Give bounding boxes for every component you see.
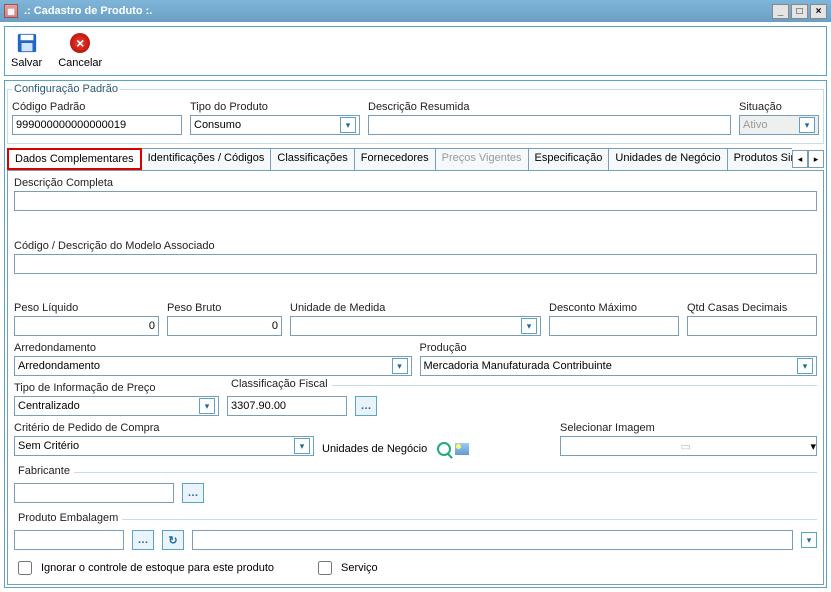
servico-checkbox[interactable]: Serviço: [314, 558, 378, 578]
unidades-negocio-label: Unidades de Negócio: [322, 443, 427, 455]
situacao-combo: Ativo ▾: [739, 115, 819, 135]
peso-liquido-label: Peso Líquido: [14, 302, 159, 314]
config-group: Configuração Padrão Código Padrão Tipo d…: [7, 83, 824, 144]
save-icon: [15, 31, 39, 55]
codigo-padrao-label: Código Padrão: [12, 101, 182, 113]
tab-fornecedores[interactable]: Fornecedores: [354, 148, 436, 170]
codigo-padrao-input[interactable]: [12, 115, 182, 135]
peso-liquido-input[interactable]: [14, 316, 159, 336]
produto-embalagem-input[interactable]: [14, 530, 124, 550]
arredondamento-combo[interactable]: Arredondamento ▾: [14, 356, 412, 376]
criterio-pedido-combo[interactable]: Sem Critério ▾: [14, 436, 314, 456]
situacao-label: Situação: [739, 101, 819, 113]
codigo-modelo-label: Código / Descrição do Modelo Associado: [14, 240, 817, 252]
chevron-down-icon: ▾: [340, 117, 356, 133]
cancel-label: Cancelar: [58, 57, 102, 69]
tab-dados-complementares[interactable]: Dados Complementares: [7, 148, 142, 170]
toolbar: Salvar × Cancelar: [4, 26, 827, 76]
desconto-maximo-label: Desconto Máximo: [549, 302, 679, 314]
producao-combo[interactable]: Mercadoria Manufaturada Contribuinte ▾: [420, 356, 818, 376]
save-button[interactable]: Salvar: [11, 31, 42, 69]
qtd-casas-label: Qtd Casas Decimais: [687, 302, 817, 314]
produto-embalagem-refresh[interactable]: ↻: [162, 530, 184, 550]
criterio-pedido-label: Critério de Pedido de Compra: [14, 422, 314, 434]
content-area: Configuração Padrão Código Padrão Tipo d…: [4, 80, 827, 588]
chevron-down-icon: ▾: [799, 117, 815, 133]
tab-unidades-negocio[interactable]: Unidades de Negócio: [608, 148, 727, 170]
tabs-nav: ◂ ▸: [792, 150, 824, 168]
classificacao-fiscal-input[interactable]: [227, 396, 347, 416]
unidade-medida-combo[interactable]: ▾: [290, 316, 541, 336]
produto-embalagem-drop[interactable]: ▾: [801, 532, 817, 548]
picture-icon[interactable]: [455, 443, 469, 455]
classificacao-fiscal-lookup[interactable]: …: [355, 396, 377, 416]
chevron-down-icon: ▾: [521, 318, 537, 334]
qtd-casas-input[interactable]: [687, 316, 817, 336]
tabs-scroll-left[interactable]: ◂: [792, 150, 808, 168]
descricao-resumida-label: Descrição Resumida: [368, 101, 731, 113]
cancel-button[interactable]: × Cancelar: [58, 31, 102, 69]
fabricante-lookup[interactable]: …: [182, 483, 204, 503]
desconto-maximo-input[interactable]: [549, 316, 679, 336]
produto-embalagem-label: Produto Embalagem: [14, 512, 122, 524]
cancel-icon: ×: [68, 31, 92, 55]
chevron-down-icon: ▾: [797, 358, 813, 374]
selecionar-imagem-combo[interactable]: ▭ ▾: [560, 436, 817, 456]
config-legend: Configuração Padrão: [12, 83, 120, 95]
unidade-medida-label: Unidade de Medida: [290, 302, 541, 314]
search-icon[interactable]: [437, 442, 451, 456]
save-label: Salvar: [11, 57, 42, 69]
producao-label: Produção: [420, 342, 818, 354]
tab-produtos-similares[interactable]: Produtos Similares: [727, 148, 792, 170]
tipo-info-preco-combo[interactable]: Centralizado ▾: [14, 396, 219, 416]
window: ▦ .: Cadastro de Produto :. _ □ × Salvar…: [0, 0, 831, 592]
selecionar-imagem-label: Selecionar Imagem: [560, 422, 817, 434]
tab-body: Descrição Completa Código / Descrição do…: [7, 170, 824, 585]
ignorar-estoque-checkbox[interactable]: Ignorar o controle de estoque para este …: [14, 558, 274, 578]
tabs-scroll-right[interactable]: ▸: [808, 150, 824, 168]
tab-especificacao[interactable]: Especificação: [528, 148, 610, 170]
titlebar: ▦ .: Cadastro de Produto :. _ □ ×: [0, 0, 831, 22]
close-button[interactable]: ×: [810, 4, 827, 19]
descricao-resumida-input[interactable]: [368, 115, 731, 135]
tipo-info-preco-label: Tipo de Informação de Preço: [14, 382, 219, 394]
tab-identificacoes-codigos[interactable]: Identificações / Códigos: [141, 148, 272, 170]
image-placeholder-icon: ▭: [561, 440, 810, 453]
tipo-produto-combo[interactable]: Consumo ▾: [190, 115, 360, 135]
tipo-produto-label: Tipo do Produto: [190, 101, 360, 113]
tab-precos-vigentes[interactable]: Preços Vigentes: [435, 148, 529, 170]
peso-bruto-label: Peso Bruto: [167, 302, 282, 314]
servico-input[interactable]: [318, 561, 332, 575]
descricao-completa-input[interactable]: [14, 191, 817, 211]
app-icon: ▦: [4, 4, 18, 18]
arredondamento-label: Arredondamento: [14, 342, 412, 354]
peso-bruto-input[interactable]: [167, 316, 282, 336]
produto-embalagem-desc: [192, 530, 793, 550]
fabricante-input[interactable]: [14, 483, 174, 503]
minimize-button[interactable]: _: [772, 4, 789, 19]
ignorar-estoque-input[interactable]: [18, 561, 32, 575]
window-title: .: Cadastro de Produto :.: [24, 5, 152, 17]
tab-classificacoes[interactable]: Classificações: [270, 148, 354, 170]
descricao-completa-label: Descrição Completa: [14, 177, 817, 189]
classificacao-fiscal-label: Classificação Fiscal: [227, 378, 332, 390]
fabricante-label: Fabricante: [14, 465, 74, 477]
produto-embalagem-lookup[interactable]: …: [132, 530, 154, 550]
codigo-modelo-input: [14, 254, 817, 274]
maximize-button[interactable]: □: [791, 4, 808, 19]
tabs: Dados Complementares Identificações / Có…: [7, 148, 792, 170]
chevron-down-icon: ▾: [294, 438, 310, 454]
tabstrip: Dados Complementares Identificações / Có…: [7, 148, 824, 170]
chevron-down-icon: ▾: [810, 440, 816, 453]
chevron-down-icon: ▾: [199, 398, 215, 414]
chevron-down-icon: ▾: [392, 358, 408, 374]
